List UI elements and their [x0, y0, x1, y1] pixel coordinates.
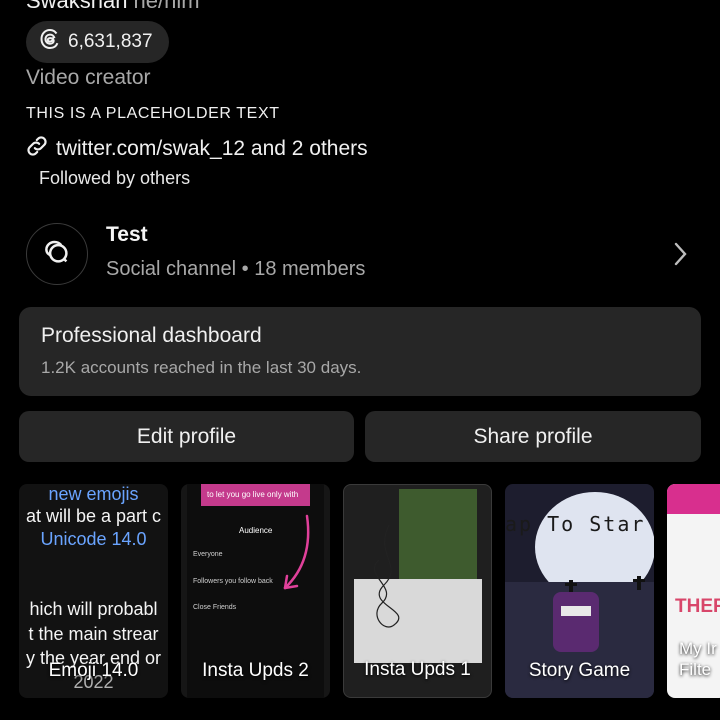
highlight-insta-upds-1[interactable]: Insta Upds 1 [343, 484, 492, 698]
highlight-label: My Ir Filte [679, 639, 717, 679]
highlight-thumbnail [667, 484, 720, 514]
highlight-thumb-text: new emojis [48, 484, 139, 504]
profile-link-text: twitter.com/swak_12 and 2 others [56, 137, 368, 160]
dashboard-title: Professional dashboard [41, 324, 262, 347]
highlight-thumb-text: at will be a part c [25, 506, 162, 526]
chevron-right-icon[interactable] [670, 240, 692, 268]
link-icon [24, 133, 50, 165]
profile-name: Swakshan [26, 0, 128, 13]
highlight-thumb-text: Followers you follow back [193, 578, 273, 585]
edit-profile-button[interactable]: Edit profile [19, 411, 354, 462]
chat-bubble-icon [42, 237, 72, 272]
channel-subtitle: Social channel • 18 members [106, 258, 366, 280]
highlight-thumb-text: Unicode 14.0 [40, 529, 147, 549]
dashboard-subtitle: 1.2K accounts reached in the last 30 day… [41, 358, 362, 377]
channel-avatar [26, 223, 88, 285]
profile-bio: THIS IS A PLACEHOLDER TEXT [26, 105, 280, 122]
highlight-label: Emoji 14.0 [48, 660, 139, 681]
highlight-thumb-text: THER [675, 596, 720, 617]
highlight-thumb-text: hich will probabl [29, 599, 158, 619]
highlight-emoji[interactable]: new emojis at will be a part c Unicode 1… [19, 484, 168, 698]
highlight-insta-upds-2[interactable]: to let you go live only with Audience Ev… [181, 484, 330, 698]
threads-icon [38, 27, 62, 57]
highlight-label: Insta Upds 1 [364, 659, 471, 680]
profile-pronouns: he/him [133, 0, 200, 13]
highlight-thumb-text: ap To Star [505, 512, 646, 536]
highlight-thumb-text: Everyone [193, 551, 223, 558]
profile-name-line: Swakshan he/him [26, 0, 200, 14]
highlight-story-game[interactable]: ap To Star Story Game [505, 484, 654, 698]
share-profile-button[interactable]: Share profile [365, 411, 701, 462]
highlight-thumb-text: to let you go live only with [207, 490, 299, 499]
threads-badge[interactable]: 6,631,837 [26, 21, 169, 63]
highlight-thumb-text: t the main strear [28, 624, 159, 644]
social-channel-row[interactable]: Test Social channel • 18 members [0, 212, 720, 292]
professional-dashboard[interactable]: Professional dashboard 1.2K accounts rea… [19, 307, 701, 396]
channel-title: Test [106, 223, 148, 246]
threads-count: 6,631,837 [68, 31, 153, 52]
highlight-my-filters[interactable]: THER My Ir Filte [667, 484, 720, 698]
profile-category: Video creator [26, 66, 151, 89]
profile-link[interactable]: twitter.com/swak_12 and 2 others [24, 133, 368, 165]
highlight-label: Insta Upds 2 [202, 660, 309, 681]
highlight-thumb-text: Close Friends [193, 604, 237, 611]
highlight-label: Story Game [528, 660, 631, 681]
followed-by[interactable]: Followed by others [39, 168, 190, 189]
